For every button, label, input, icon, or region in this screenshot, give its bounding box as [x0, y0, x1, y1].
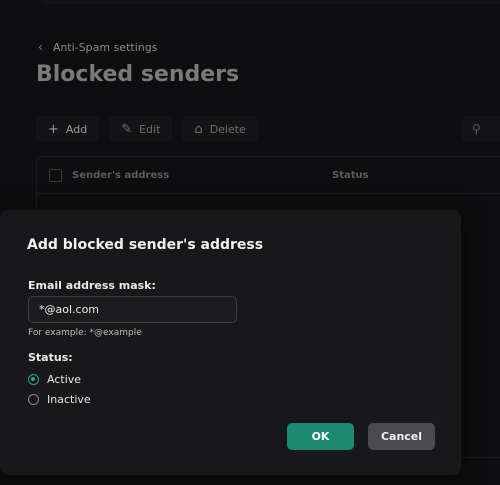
status-active-option[interactable]: Active: [28, 373, 81, 386]
status-active-label: Active: [47, 373, 82, 386]
plus-icon: +: [48, 121, 59, 137]
dialog-title: Add blocked sender's address: [27, 237, 264, 253]
search-icon: ⚲: [472, 122, 481, 136]
email-mask-label: Email address mask:: [28, 279, 156, 292]
email-mask-hint: For example: *@example: [28, 328, 142, 338]
radio-active[interactable]: [28, 374, 39, 385]
top-search-bar: [40, 0, 500, 4]
status-label: Status:: [28, 351, 73, 364]
column-header-address[interactable]: Sender's address: [72, 170, 332, 181]
trash-icon: ⌂: [194, 121, 203, 137]
add-button-label: Add: [65, 122, 88, 136]
page-title: Blocked senders: [36, 62, 240, 87]
column-header-status[interactable]: Status: [332, 170, 369, 181]
select-all-checkbox[interactable]: [49, 168, 62, 182]
table-header: Sender's address Status: [37, 157, 500, 194]
delete-button[interactable]: ⌂ Delete: [182, 116, 258, 142]
back-to-anti-spam-link[interactable]: ‹ Anti-Spam settings: [38, 40, 157, 54]
status-inactive-option[interactable]: Inactive: [28, 393, 91, 406]
toolbar: + Add ✎ Edit ⌂ Delete: [36, 116, 258, 142]
pencil-icon: ✎: [121, 121, 133, 137]
radio-inactive[interactable]: [28, 394, 39, 405]
ok-button[interactable]: OK: [287, 423, 354, 450]
delete-button-label: Delete: [209, 122, 246, 136]
chevron-left-icon: ‹: [38, 40, 43, 54]
add-blocked-sender-dialog: Add blocked sender's address Email addre…: [0, 210, 461, 475]
table-search-field[interactable]: ⚲: [462, 116, 500, 142]
cancel-button[interactable]: Cancel: [368, 423, 435, 450]
email-mask-input[interactable]: [28, 296, 237, 323]
edit-button-label: Edit: [139, 122, 161, 136]
back-link-label: Anti-Spam settings: [52, 40, 158, 54]
edit-button[interactable]: ✎ Edit: [109, 116, 173, 142]
status-inactive-label: Inactive: [47, 393, 91, 406]
add-button[interactable]: + Add: [36, 116, 100, 142]
